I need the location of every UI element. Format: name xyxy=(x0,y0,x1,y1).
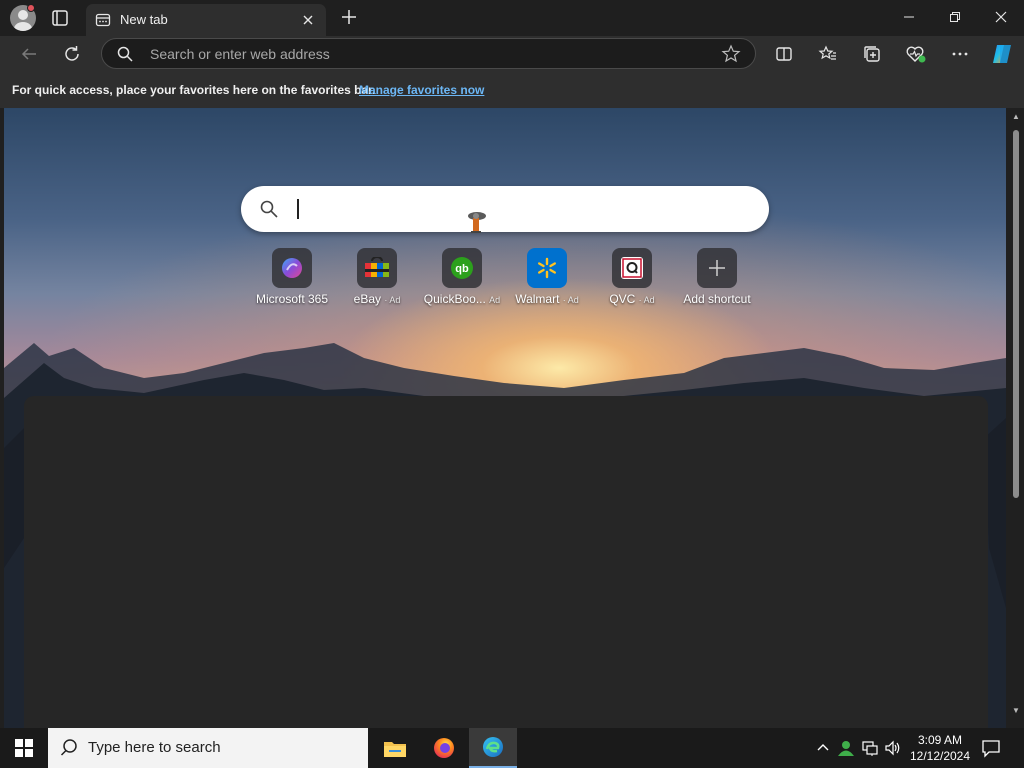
shortcut-walmart[interactable]: Walmart · Ad xyxy=(505,248,589,308)
text-caret xyxy=(297,199,299,219)
quickbooks-icon: qb xyxy=(442,248,482,288)
address-search-icon xyxy=(116,45,134,68)
news-feed-panel xyxy=(24,396,988,728)
tab-new-tab[interactable]: New tab xyxy=(86,4,326,36)
microsoft-365-icon xyxy=(272,248,312,288)
profile-notification-badge xyxy=(27,4,35,12)
tab-actions-menu-icon[interactable] xyxy=(48,6,72,30)
address-bar-placeholder: Search or enter web address xyxy=(150,46,330,62)
close-window-icon[interactable] xyxy=(978,0,1024,34)
tab-strip: New tab xyxy=(0,0,1024,36)
show-hidden-icons-chevron-icon[interactable] xyxy=(813,738,833,758)
browser-essentials-icon[interactable] xyxy=(904,42,928,66)
scroll-up-arrow-icon[interactable]: ▲ xyxy=(1011,112,1021,122)
file-explorer-icon[interactable] xyxy=(371,728,419,768)
more-options-icon[interactable] xyxy=(948,42,972,66)
refresh-icon[interactable] xyxy=(60,42,84,66)
animated-mouse-cursor-icon xyxy=(463,208,491,240)
ebay-icon xyxy=(357,248,397,288)
scrollbar-thumb[interactable] xyxy=(1013,130,1019,498)
clock-time: 3:09 AM xyxy=(917,733,963,747)
newtab-search-icon xyxy=(259,199,279,219)
firefox-icon[interactable] xyxy=(420,728,468,768)
shortcut-label: Add shortcut xyxy=(683,292,751,306)
edge-icon[interactable] xyxy=(469,728,517,768)
walmart-icon xyxy=(527,248,567,288)
add-favorite-star-icon[interactable] xyxy=(721,44,741,69)
tab-close-icon[interactable] xyxy=(298,10,318,30)
plus-icon xyxy=(697,248,737,288)
scroll-down-arrow-icon[interactable]: ▼ xyxy=(1011,706,1021,716)
address-bar[interactable]: Search or enter web address xyxy=(101,38,756,69)
svg-text:qb: qb xyxy=(455,263,469,275)
favorites-icon[interactable] xyxy=(816,42,840,66)
taskbar-search-icon xyxy=(60,738,78,761)
user-tray-icon[interactable] xyxy=(836,738,856,758)
manage-favorites-link[interactable]: Manage favorites now xyxy=(359,83,484,97)
page-scrollbar[interactable]: ▲ ▼ xyxy=(1006,108,1024,728)
taskbar-search-placeholder: Type here to search xyxy=(88,739,221,756)
shortcut-add[interactable]: Add shortcut xyxy=(675,248,759,308)
taskbar-clock[interactable]: 3:09 AM 12/12/2024 xyxy=(905,732,975,764)
network-icon[interactable] xyxy=(860,738,880,758)
tab-title: New tab xyxy=(120,12,168,27)
taskbar-search-box[interactable]: Type here to search xyxy=(48,728,368,768)
notifications-icon[interactable] xyxy=(981,738,1001,758)
windows-start-icon[interactable] xyxy=(0,728,48,768)
copilot-icon[interactable] xyxy=(990,42,1014,66)
clock-date: 12/12/2024 xyxy=(909,749,971,763)
volume-icon[interactable] xyxy=(883,738,903,758)
newtab-search-box[interactable] xyxy=(241,186,769,233)
back-arrow-icon[interactable] xyxy=(17,42,41,66)
favorites-bar-message: For quick access, place your favorites h… xyxy=(12,83,376,97)
shortcut-microsoft-365[interactable]: Microsoft 365 xyxy=(250,248,334,308)
restore-icon[interactable] xyxy=(932,0,978,34)
new-tab-favicon-icon xyxy=(95,12,111,28)
shortcut-quickbooks[interactable]: qb QuickBoo... Ad xyxy=(420,248,504,308)
windows-taskbar: Type here to search 3:09 AM 12/12/2024 xyxy=(0,728,1024,768)
new-tab-page: Microsoft 365 eBay · Ad qb QuickBoo... A… xyxy=(4,108,1006,728)
browser-toolbar: Search or enter web address xyxy=(0,36,1024,72)
new-tab-plus-icon[interactable] xyxy=(338,6,360,28)
minimize-icon[interactable] xyxy=(886,0,932,34)
favorites-bar: For quick access, place your favorites h… xyxy=(0,72,1024,108)
collections-icon[interactable] xyxy=(860,42,884,66)
shortcut-qvc[interactable]: QVC · Ad xyxy=(590,248,674,308)
qvc-icon xyxy=(612,248,652,288)
shortcut-ebay[interactable]: eBay · Ad xyxy=(335,248,419,308)
split-screen-icon[interactable] xyxy=(772,42,796,66)
